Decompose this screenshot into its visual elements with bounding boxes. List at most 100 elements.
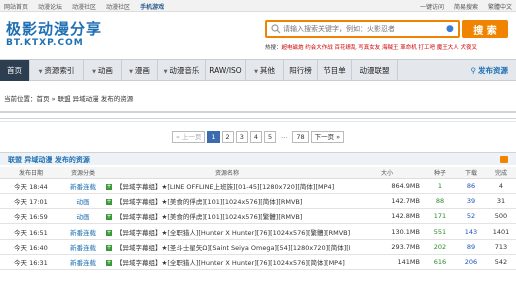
publish-label: 发布资源 <box>478 66 508 75</box>
top-link[interactable]: 动漫社区 <box>72 2 96 11</box>
nav-item-comic[interactable]: ▼ 漫画 <box>122 60 158 81</box>
col-seeds[interactable]: 种子 <box>424 167 456 179</box>
row-category[interactable]: 动画 <box>62 193 104 210</box>
col-date[interactable]: 发布日期 <box>0 167 62 179</box>
row-date: 今天 16:31 <box>0 254 62 271</box>
plus-icon[interactable]: + <box>106 260 112 267</box>
col-completed[interactable]: 完成 <box>486 167 516 179</box>
search-input[interactable] <box>283 23 433 35</box>
plus-icon[interactable]: + <box>106 183 112 190</box>
plus-icon[interactable]: + <box>106 229 112 236</box>
row-completed: 31 <box>486 193 516 210</box>
list-title: 联盟 异域动漫 发布的资源 <box>8 156 90 164</box>
nav-item-other[interactable]: ▼ 其他 <box>246 60 284 81</box>
chevron-down-icon: ▼ <box>129 69 133 75</box>
hot-keyword-list[interactable]: 超电磁炮 约会大作战 百花缭乱 写真女友 海贼王 革命机 打工吧 魔王大人 犬夜… <box>282 45 478 51</box>
top-link[interactable]: 动漫社区 <box>106 2 130 11</box>
col-downloads[interactable]: 下载 <box>456 167 486 179</box>
table-header-row: 发布日期 资源分类 资源名称 大小 种子 下载 完成 <box>0 167 516 179</box>
col-category[interactable]: 资源分类 <box>62 167 104 179</box>
row-name[interactable]: 【异域字幕组】★[全职猎人][Hunter X Hunter][76][1024… <box>116 229 350 237</box>
plus-icon[interactable]: + <box>106 198 112 205</box>
nav-item-anime[interactable]: ▼ 动画 <box>84 60 122 81</box>
nav-item-music[interactable]: ▼ 动漫音乐 <box>158 60 206 81</box>
table-row: 今天 16:59 动画 + 【异域字幕组】★[美食的俘虏][101][1024x5… <box>0 208 516 225</box>
col-name[interactable]: 资源名称 <box>104 167 350 179</box>
nav-item-label: 其他 <box>259 66 275 75</box>
row-completed: 1401 <box>486 223 516 240</box>
row-name[interactable]: 【异域字幕组】★[圣斗士星矢Ω][Saint Seiya Omega][54][… <box>116 244 350 252</box>
publish-link[interactable]: ⚲ 发布资源 <box>471 60 509 81</box>
pager-page[interactable]: 5 <box>263 131 277 143</box>
row-size: 142.7MB <box>350 193 424 210</box>
nav-item-home[interactable]: 首页 <box>0 60 30 81</box>
col-size[interactable]: 大小 <box>350 167 424 179</box>
row-category[interactable]: 新番连载 <box>62 223 104 240</box>
nav-item-ranking[interactable]: 阳行榜 <box>284 60 318 81</box>
row-size: 130.1MB <box>350 223 424 240</box>
pager-ellipsis: ... <box>278 131 291 143</box>
microphone-icon[interactable]: ● <box>446 24 454 35</box>
search-icon: ⚲ <box>470 66 477 75</box>
pager-page[interactable]: 4 <box>249 131 262 143</box>
row-category[interactable]: 新番连载 <box>62 239 104 255</box>
table-row: 今天 16:51 新番连载 + 【异域字幕组】★[全职猎人][Hunter X H… <box>0 223 516 240</box>
pager-prev[interactable]: « 上一页 <box>171 131 206 143</box>
divider <box>0 121 516 122</box>
top-bar: 网站首页 动漫论坛 动漫社区 动漫社区 手机游戏 一键访问 简易搜索 繁體中文 <box>0 0 516 12</box>
nav-item-league[interactable]: 动漫联盟 <box>352 60 398 81</box>
row-downloads: 206 <box>456 254 486 271</box>
row-downloads: 89 <box>456 239 486 255</box>
row-name[interactable]: 【异域字幕组】★[LINE OFFLINE上班族][01-45][1280x72… <box>116 183 334 191</box>
chevron-down-icon: ▼ <box>254 69 258 75</box>
pager-page[interactable]: 2 <box>221 131 234 143</box>
row-category[interactable]: 新番连载 <box>62 178 104 194</box>
chevron-down-icon: ▼ <box>38 69 43 75</box>
table-row: 今天 17:01 动画 + 【异域字幕组】★[美食的俘虏][101][1024x5… <box>0 193 516 210</box>
plus-icon[interactable]: + <box>106 214 112 221</box>
pagination: « 上一页 1 2 3 4 5 ... 78 下一页 » <box>0 131 516 143</box>
top-link[interactable]: 简易搜索 <box>454 2 478 11</box>
row-seeds: 1 <box>424 178 456 194</box>
row-seeds: 616 <box>424 254 456 271</box>
row-downloads: 86 <box>456 178 486 194</box>
search-box: ● <box>265 20 460 38</box>
top-link[interactable]: 网站首页 <box>4 2 28 11</box>
top-link[interactable]: 繁體中文 <box>488 2 512 11</box>
rss-icon[interactable] <box>500 156 508 163</box>
nav-item-index[interactable]: ▼ 资源索引 <box>30 60 84 81</box>
row-name[interactable]: 【异域字幕组】★[美食的俘虏][101][1024x576][繁體][RMVB] <box>116 213 302 221</box>
row-name-cell: + 【异域字幕组】★[全职猎人][Hunter X Hunter][76][102… <box>104 254 350 271</box>
nav-item-label: 漫画 <box>134 66 150 75</box>
plus-icon[interactable]: + <box>106 244 112 251</box>
pager-page[interactable]: 1 <box>207 131 220 143</box>
mobile-link[interactable]: 手机游戏 <box>140 2 164 11</box>
row-completed: 4 <box>486 178 516 194</box>
row-downloads: 39 <box>456 193 486 210</box>
pager-last[interactable]: 78 <box>292 131 309 143</box>
row-size: 142.8MB <box>350 208 424 225</box>
top-links-left: 网站首页 动漫论坛 动漫社区 动漫社区 手机游戏 <box>4 2 164 11</box>
pager-next[interactable]: 下一页 » <box>310 131 345 143</box>
row-category[interactable]: 新番连载 <box>62 254 104 271</box>
nav-item-label: 动漫联盟 <box>359 66 390 75</box>
row-name[interactable]: 【异域字幕组】★[美食的俘虏][101][1024x576][简体][RMVB] <box>116 198 302 206</box>
row-seeds: 88 <box>424 193 456 210</box>
nav-item-raw-iso[interactable]: RAW/ISO <box>206 60 246 81</box>
site-logo[interactable]: 极影动漫分享 <box>6 18 102 39</box>
nav-item-label: 动画 <box>97 66 113 75</box>
top-link[interactable]: 动漫论坛 <box>38 2 62 11</box>
resource-table: 发布日期 资源分类 资源名称 大小 种子 下载 完成 今天 18:44 新番连载… <box>0 167 516 271</box>
top-link[interactable]: 一键访问 <box>420 2 444 11</box>
search-button[interactable]: 搜 索 <box>462 20 508 38</box>
hot-label: 热搜： <box>265 45 282 51</box>
row-name-cell: + 【异域字幕组】★[美食的俘虏][101][1024x576][繁體][RMVB… <box>104 208 350 225</box>
search-icon <box>271 24 281 34</box>
site-logo-en: BT.KTXP.COM <box>6 38 84 48</box>
row-category[interactable]: 动画 <box>62 208 104 225</box>
row-size: 141MB <box>350 254 424 271</box>
nav-item-schedule[interactable]: 节目单 <box>318 60 352 81</box>
row-date: 今天 18:44 <box>0 178 62 194</box>
row-name[interactable]: 【异域字幕组】★[全职猎人][Hunter X Hunter][76][1024… <box>116 259 345 267</box>
pager-page[interactable]: 3 <box>235 131 248 143</box>
